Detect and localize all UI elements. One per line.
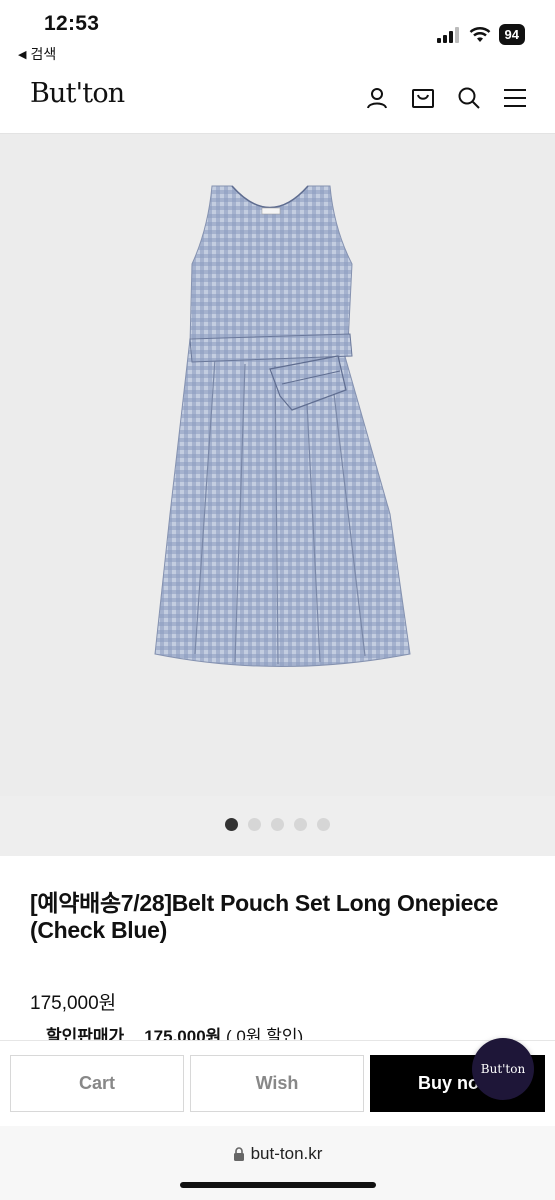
- wifi-icon: [469, 26, 490, 42]
- carousel-dot[interactable]: [317, 818, 330, 831]
- status-icons: 94: [436, 24, 525, 45]
- wish-button[interactable]: Wish: [190, 1055, 364, 1112]
- status-time: 12:53: [44, 12, 100, 35]
- carousel-dot[interactable]: [248, 818, 261, 831]
- browser-url-bar: but-ton.kr: [0, 1126, 555, 1200]
- back-to-app-link[interactable]: ◀ 검색: [18, 44, 56, 64]
- chat-button[interactable]: But'ton: [472, 1038, 534, 1100]
- url-text: but-ton.kr: [250, 1144, 323, 1163]
- carousel-indicator: [0, 796, 555, 856]
- home-indicator[interactable]: [180, 1182, 376, 1188]
- battery-indicator: 94: [498, 24, 525, 45]
- menu-icon[interactable]: [503, 86, 527, 110]
- site-header: But'ton: [0, 66, 555, 134]
- url-field[interactable]: but-ton.kr: [0, 1144, 555, 1164]
- back-triangle-icon: ◀: [18, 48, 27, 61]
- product-title: [예약배송7/28]Belt Pouch Set Long Onepiece (…: [30, 890, 499, 943]
- carousel-dot[interactable]: [271, 818, 284, 831]
- product-price: 175,000원: [30, 993, 117, 1014]
- user-icon[interactable]: [365, 86, 389, 110]
- product-image[interactable]: [0, 134, 555, 796]
- back-app-label: 검색: [30, 46, 57, 62]
- header-icons: [365, 86, 527, 110]
- carousel-dot[interactable]: [225, 818, 238, 831]
- cart-button[interactable]: Cart: [10, 1055, 184, 1112]
- carousel-dot[interactable]: [294, 818, 307, 831]
- lock-icon: [233, 1146, 244, 1161]
- search-icon[interactable]: [457, 86, 481, 110]
- dress-illustration: [154, 185, 411, 667]
- carousel-dots: [0, 818, 555, 831]
- signal-icon: [436, 26, 459, 43]
- cart-icon[interactable]: [411, 86, 435, 110]
- status-bar: 12:53 ◀ 검색 94: [0, 0, 555, 66]
- site-logo[interactable]: But'ton: [30, 78, 125, 109]
- purchase-action-bar: Cart Wish Buy now: [0, 1040, 555, 1126]
